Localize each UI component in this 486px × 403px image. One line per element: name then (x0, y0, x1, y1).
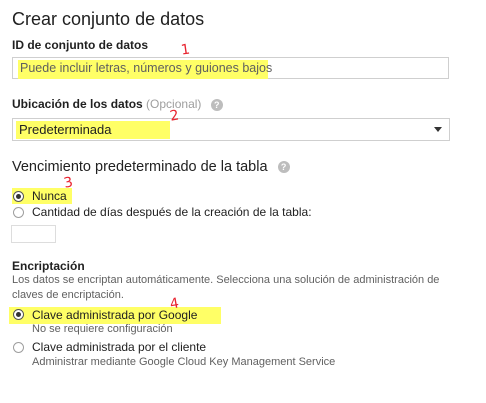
location-label: Ubicación de los datos (Opcional) ? (12, 97, 223, 111)
help-icon[interactable]: ? (277, 161, 290, 174)
dataset-id-placeholder: Puede incluir letras, números y guiones … (20, 61, 273, 75)
encryption-description-line: claves de encriptación. (12, 289, 124, 301)
encryption-description: Los datos se encriptan automáticamente. … (12, 273, 439, 303)
days-input[interactable] (11, 225, 56, 243)
annotation-mark-3: 3 (62, 174, 75, 192)
option-days-label: Cantidad de días después de la creación … (32, 205, 312, 219)
encryption-description-line: Los datos se encriptan automáticamente. … (12, 274, 440, 286)
dialog-title: Crear conjunto de datos (12, 9, 205, 29)
dataset-id-label: ID de conjunto de datos (12, 38, 149, 52)
encryption-title: Encriptación (12, 259, 85, 273)
caret-down-icon[interactable] (434, 127, 442, 132)
radio-google-key[interactable] (13, 309, 24, 320)
location-label-text: Ubicación de los datos (12, 97, 143, 111)
help-icon[interactable]: ? (210, 98, 223, 111)
option-google-key-sub: No se requiere configuración (32, 323, 173, 335)
radio-never[interactable] (13, 191, 24, 202)
location-selected-value: Predeterminada (19, 122, 112, 137)
option-customer-key-label: Clave administrada por el cliente (32, 340, 207, 354)
annotation-mark-1: 1 (179, 41, 191, 59)
expiration-title: Vencimiento predeterminado de la tabla ? (12, 159, 290, 175)
option-customer-key-sub: Administrar mediante Google Cloud Key Ma… (32, 356, 336, 368)
expiration-title-text: Vencimiento predeterminado de la tabla (12, 159, 268, 175)
option-never-label: Nunca (32, 189, 67, 203)
radio-days[interactable] (13, 207, 24, 218)
radio-customer-key[interactable] (13, 342, 24, 353)
